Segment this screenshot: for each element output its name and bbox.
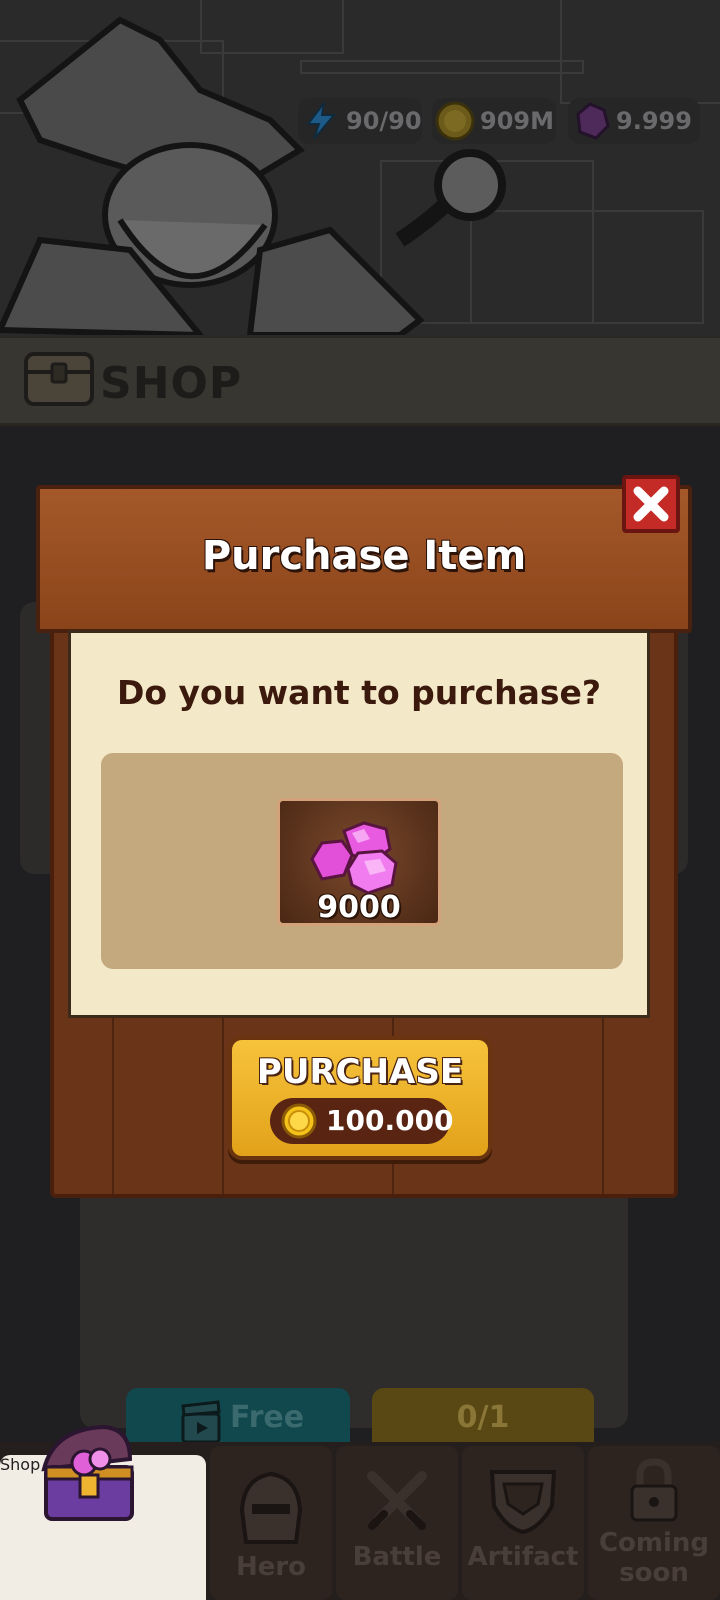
tab-label: Artifact <box>467 1542 579 1572</box>
dialog-content: Do you want to purchase? 9000 <box>68 630 650 1018</box>
tab-hero[interactable]: Hero <box>210 1446 332 1600</box>
price-value: 100.000 <box>326 1104 454 1137</box>
purchase-label: PURCHASE <box>256 1052 464 1092</box>
shop-title: SHOP <box>100 358 243 409</box>
armor-icon <box>489 1470 557 1535</box>
tab-label: Coming soon <box>598 1528 710 1588</box>
coin-icon <box>281 1103 317 1139</box>
gem-icon <box>310 821 398 895</box>
purchase-button[interactable]: PURCHASE 100.000 <box>228 1036 492 1160</box>
free-label: Free <box>230 1400 305 1435</box>
gems-counter: 9.999 <box>568 98 700 144</box>
video-clapper-icon <box>181 1400 221 1444</box>
coin-icon <box>435 101 475 141</box>
purchase-dialog-header: Purchase Item <box>36 485 692 633</box>
lock-icon <box>630 1458 678 1522</box>
crossed-swords-icon <box>367 1471 427 1530</box>
item-quantity: 9000 <box>317 890 401 925</box>
energy-value: 90/90 <box>346 107 422 135</box>
tab-battle[interactable]: Battle <box>336 1446 458 1600</box>
tab-label: Hero <box>235 1552 307 1582</box>
price-pill: 100.000 <box>270 1098 454 1144</box>
tab-coming-soon: Coming soon <box>588 1446 720 1600</box>
background-scene <box>0 0 720 335</box>
tab-shop[interactable]: Shop <box>0 1424 206 1600</box>
gem-icon <box>576 102 610 140</box>
coins-counter: 909M <box>432 98 556 144</box>
tab-label: Battle <box>352 1542 442 1572</box>
wizard-illustration <box>0 16 506 335</box>
treasure-chest-icon <box>41 1424 134 1521</box>
shop-header: SHOP <box>0 335 720 429</box>
progress-label: 0/1 <box>456 1400 510 1435</box>
close-button[interactable] <box>622 475 680 533</box>
lightning-icon <box>305 102 337 140</box>
energy-counter: 90/90 <box>298 98 422 144</box>
purchase-question: Do you want to purchase? <box>116 673 602 712</box>
tab-artifact[interactable]: Artifact <box>462 1446 584 1600</box>
gems-value: 9.999 <box>616 107 692 135</box>
close-icon <box>633 486 669 522</box>
treasure-chest-icon <box>24 352 94 406</box>
item-tile: 9000 <box>277 798 441 926</box>
coins-value: 909M <box>480 107 554 135</box>
item-display-area: 9000 <box>101 753 623 969</box>
dialog-title: Purchase Item <box>201 533 527 579</box>
helmet-icon <box>239 1471 303 1544</box>
